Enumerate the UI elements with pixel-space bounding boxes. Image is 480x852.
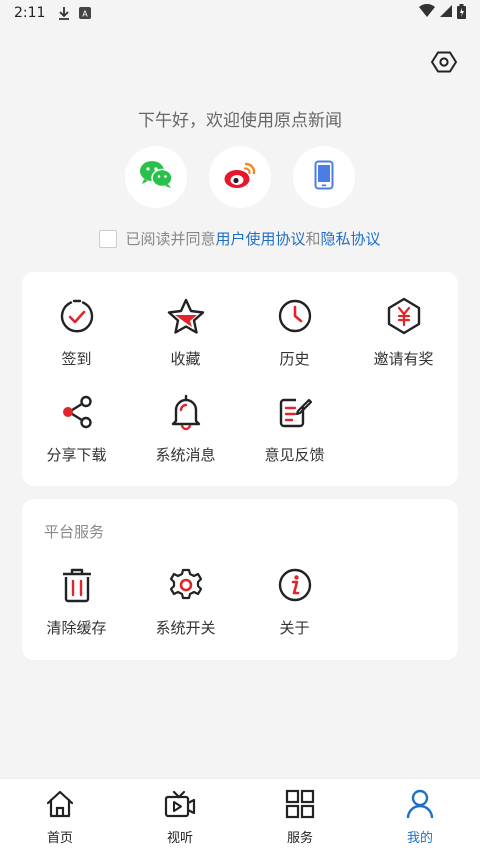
agreement-conjunction: 和 [305, 230, 321, 248]
menu-card: 签到 收藏 历史 邀请有奖 分享下载 系统消息 意见反馈 [22, 272, 458, 486]
agreement-row: 已阅读并同意 用户使用协议 和 隐私协议 [0, 228, 480, 249]
share-download-item[interactable]: 分享下载 [22, 392, 131, 465]
privacy-policy-link[interactable]: 隐私协议 [321, 228, 381, 249]
clear-cache-label: 清除缓存 [46, 619, 107, 637]
invite-reward-icon [384, 296, 424, 336]
clear-cache-item[interactable]: 清除缓存 [22, 565, 131, 638]
agreement-checkbox[interactable] [99, 229, 118, 248]
share-icon [57, 392, 97, 432]
notification-app-icon: A [79, 7, 92, 19]
wifi-icon [419, 3, 435, 22]
phone-icon [314, 160, 334, 194]
bottom-tab-bar: 首页 视听 服务 我的 [0, 778, 480, 852]
tab-services[interactable]: 服务 [240, 779, 360, 852]
system-messages-item[interactable]: 系统消息 [131, 392, 240, 465]
grid-icon [285, 789, 315, 823]
weibo-login-button[interactable] [209, 146, 271, 208]
feedback-icon [275, 392, 315, 432]
status-bar: 2:11 A [0, 0, 480, 26]
wechat-icon [139, 160, 173, 194]
settings-button[interactable] [430, 50, 458, 78]
invite-reward-item[interactable]: 邀请有奖 [349, 296, 458, 369]
user-agreement-link[interactable]: 用户使用协议 [215, 228, 305, 249]
phone-login-button[interactable] [293, 146, 355, 208]
tab-home-label: 首页 [46, 831, 73, 846]
gear-icon [166, 565, 206, 605]
login-options [0, 146, 480, 208]
platform-services-title: 平台服务 [44, 523, 105, 541]
favorites-item[interactable]: 收藏 [131, 296, 240, 369]
wechat-login-button[interactable] [125, 146, 187, 208]
system-messages-label: 系统消息 [155, 446, 216, 464]
system-switch-item[interactable]: 系统开关 [131, 565, 240, 638]
favorites-label: 收藏 [170, 350, 201, 368]
tab-services-label: 服务 [286, 831, 313, 846]
system-switch-label: 系统开关 [155, 619, 216, 637]
share-download-label: 分享下载 [46, 446, 107, 464]
feedback-item[interactable]: 意见反馈 [240, 392, 349, 465]
platform-services-card: 平台服务 清除缓存 系统开关 关于 [22, 499, 458, 660]
bell-icon [166, 392, 206, 432]
weibo-icon [223, 160, 257, 194]
checkin-icon [57, 296, 97, 336]
tab-video[interactable]: 视听 [120, 779, 240, 852]
home-icon [45, 789, 75, 823]
about-item[interactable]: 关于 [240, 565, 349, 638]
tab-home[interactable]: 首页 [0, 779, 120, 852]
history-label: 历史 [279, 350, 310, 368]
user-icon [405, 789, 435, 823]
svg-text:A: A [83, 10, 89, 19]
status-time: 2:11 [14, 5, 46, 21]
about-label: 关于 [279, 619, 310, 637]
checkin-item[interactable]: 签到 [22, 296, 131, 369]
history-item[interactable]: 历史 [240, 296, 349, 369]
video-icon [164, 789, 196, 823]
download-icon [57, 6, 71, 20]
clock-icon [275, 296, 315, 336]
trash-icon [57, 565, 97, 605]
agreement-prefix: 已阅读并同意 [125, 230, 216, 248]
tab-mine[interactable]: 我的 [360, 779, 480, 852]
tab-video-label: 视听 [166, 831, 193, 846]
feedback-label: 意见反馈 [264, 446, 325, 464]
settings-hexagon-icon [431, 49, 457, 79]
checkin-label: 签到 [61, 350, 92, 368]
star-icon [166, 296, 206, 336]
info-icon [275, 565, 315, 605]
battery-icon [457, 3, 466, 23]
invite-reward-label: 邀请有奖 [373, 350, 434, 368]
greeting-text: 下午好，欢迎使用原点新闻 [138, 111, 342, 131]
signal-icon [439, 4, 453, 22]
tab-mine-label: 我的 [406, 831, 433, 846]
